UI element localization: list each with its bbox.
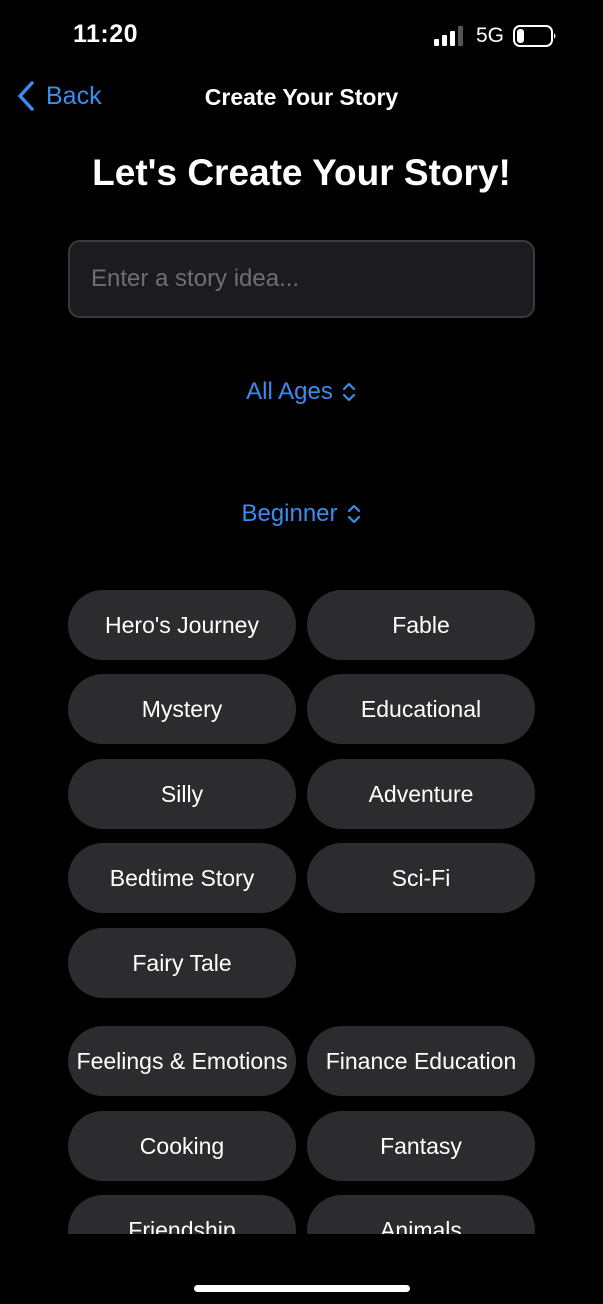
create-story-screen: 11:20 5G Back Create Your Story Let's Cr… — [0, 0, 603, 1304]
topic-chip[interactable]: Finance Education — [307, 1026, 535, 1096]
topic-chip[interactable]: Animals — [307, 1195, 535, 1234]
genre-chip[interactable]: Mystery — [68, 674, 296, 744]
genre-chip[interactable]: Bedtime Story — [68, 843, 296, 913]
genre-chip[interactable]: Hero's Journey — [68, 590, 296, 660]
story-options: Hero's Journey Fable Mystery Educational… — [0, 0, 603, 1234]
topic-chip[interactable]: Friendship — [68, 1195, 296, 1234]
genre-chip[interactable]: Fairy Tale — [68, 928, 296, 998]
genre-chip[interactable]: Fable — [307, 590, 535, 660]
topic-chip[interactable]: Cooking — [68, 1111, 296, 1181]
genre-chip[interactable]: Educational — [307, 674, 535, 744]
genre-chip[interactable]: Adventure — [307, 759, 535, 829]
topic-chip[interactable]: Fantasy — [307, 1111, 535, 1181]
genre-chip[interactable]: Silly — [68, 759, 296, 829]
home-indicator[interactable] — [194, 1285, 410, 1292]
genre-chip[interactable]: Sci-Fi — [307, 843, 535, 913]
topic-chip[interactable]: Feelings & Emotions — [68, 1026, 296, 1096]
